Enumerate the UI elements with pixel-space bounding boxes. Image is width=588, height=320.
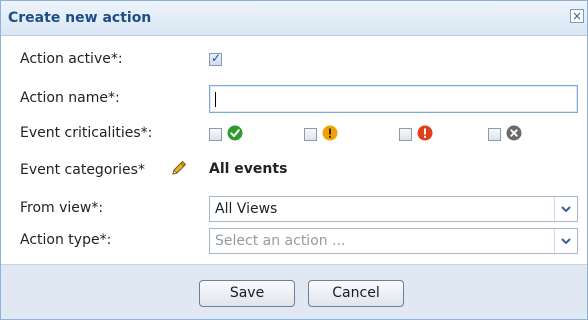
from-view-label: From view*:: [20, 200, 104, 216]
criticality-warning-checkbox[interactable]: [304, 128, 317, 141]
criticality-error-checkbox[interactable]: [399, 128, 412, 141]
text-caret: [215, 92, 216, 107]
event-categories-value: All events: [209, 161, 288, 177]
close-icon[interactable]: ×: [570, 9, 584, 23]
cancel-button[interactable]: Cancel: [308, 280, 404, 307]
action-active-label: Action active*:: [20, 51, 123, 67]
action-type-label: Action type*:: [20, 232, 112, 248]
save-button[interactable]: Save: [199, 280, 295, 307]
criticality-ok-checkbox[interactable]: [209, 128, 222, 141]
unknown-gray-icon: [506, 125, 522, 141]
error-red-icon: [417, 125, 433, 141]
pencil-icon[interactable]: [170, 159, 188, 177]
chevron-down-icon[interactable]: [554, 197, 577, 221]
event-criticalities-label: Event criticalities*:: [20, 125, 153, 141]
warning-orange-icon: [322, 125, 338, 141]
from-view-selected: All Views: [215, 201, 278, 217]
dialog-titlebar: Create new action ×: [1, 1, 587, 36]
checkmark-icon: ✓: [211, 51, 222, 65]
action-name-input[interactable]: [209, 85, 578, 113]
event-categories-label: Event categories*: [20, 162, 145, 178]
from-view-select[interactable]: All Views: [209, 196, 578, 222]
dialog-title: Create new action: [8, 10, 152, 26]
action-active-checkbox[interactable]: ✓: [209, 51, 222, 66]
criticality-unknown-checkbox[interactable]: [488, 128, 501, 141]
ok-green-icon: [227, 125, 243, 141]
action-name-label: Action name*:: [20, 90, 120, 106]
action-type-placeholder: Select an action ...: [215, 233, 346, 249]
chevron-down-icon[interactable]: [554, 229, 577, 253]
action-type-select[interactable]: Select an action ...: [209, 228, 578, 254]
create-action-dialog: Create new action × Action active*: ✓ Ac…: [0, 0, 588, 320]
dialog-footer: Save Cancel: [1, 264, 587, 319]
